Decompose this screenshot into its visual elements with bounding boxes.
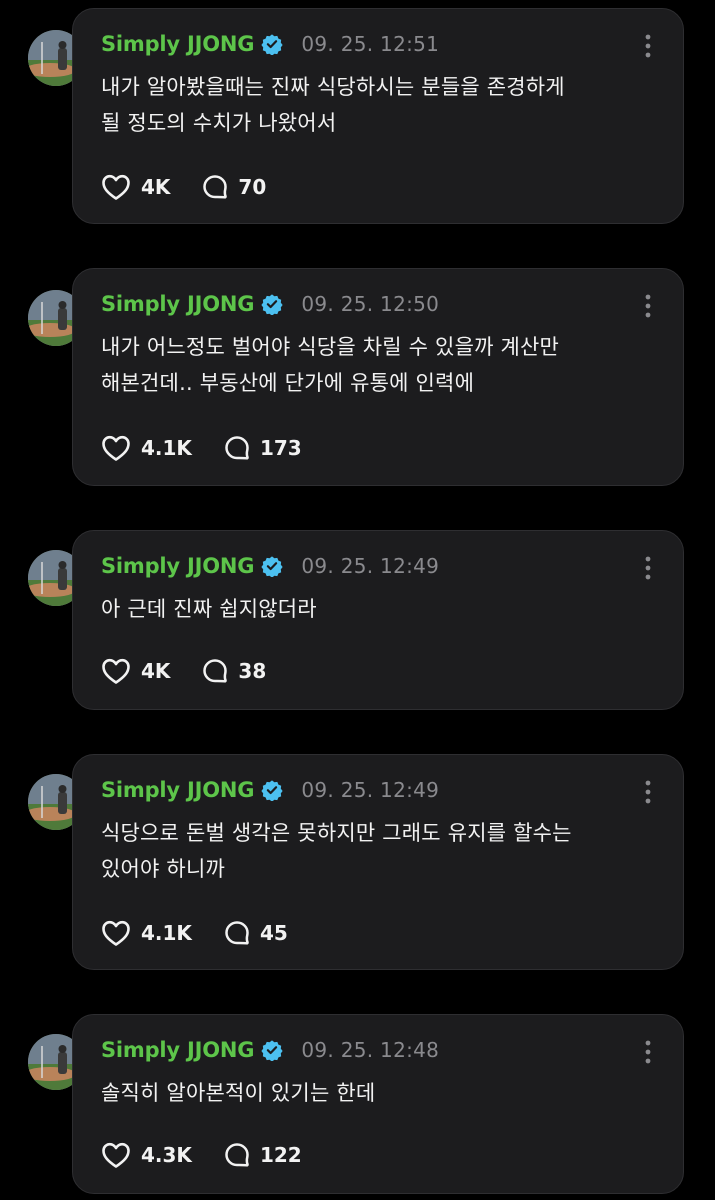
speech-bubble-icon: [202, 658, 228, 684]
post-actions: 4.1K 173: [101, 433, 302, 463]
author-name[interactable]: Simply JJONG: [101, 778, 255, 802]
author-name[interactable]: Simply JJONG: [101, 554, 255, 578]
heart-icon: [101, 1141, 131, 1169]
post-text-line: 아 근데 진짜 쉽지않더라: [101, 597, 317, 621]
speech-bubble-icon: [224, 1142, 250, 1168]
reply-button[interactable]: 38: [202, 658, 266, 684]
verified-badge-icon: [261, 555, 283, 577]
post-timestamp: 09. 25. 12:49: [301, 554, 440, 578]
post-card[interactable]: Simply JJONG 09. 25. 12:49 아 근데 진짜 쉽지않더라…: [72, 530, 684, 710]
post-text: 식당으로 돈벌 생각은 못하지만 그래도 유지를 할수는 있어야 하니까: [101, 815, 661, 887]
reply-button[interactable]: 173: [224, 435, 302, 461]
post-text: 아 근데 진짜 쉽지않더라: [101, 591, 661, 627]
verified-badge-icon: [261, 33, 283, 55]
post-timestamp: 09. 25. 12:48: [301, 1038, 440, 1062]
reply-count: 38: [238, 659, 267, 683]
author-name[interactable]: Simply JJONG: [101, 292, 255, 316]
heart-icon: [101, 919, 131, 947]
post-actions: 4K 70: [101, 172, 266, 202]
post-actions: 4.3K 122: [101, 1140, 302, 1170]
like-button[interactable]: 4.1K: [101, 434, 192, 462]
post-card[interactable]: Simply JJONG 09. 25. 12:50 내가 어느정도 벌어야 식…: [72, 268, 684, 486]
post-text-line: 내가 어느정도 벌어야 식당을 차릴 수 있을까 계산만: [101, 335, 560, 359]
reply-count: 122: [259, 1143, 302, 1167]
reply-button[interactable]: 70: [202, 174, 266, 200]
reply-count: 70: [238, 175, 267, 199]
speech-bubble-icon: [202, 174, 228, 200]
more-vertical-icon[interactable]: [643, 1039, 653, 1065]
heart-icon: [101, 434, 131, 462]
like-button[interactable]: 4K: [101, 657, 170, 685]
reply-button[interactable]: 122: [224, 1142, 302, 1168]
post-text-line: 솔직히 알아본적이 있기는 한데: [101, 1081, 376, 1105]
post-text: 내가 알아봤을때는 진짜 식당하시는 분들을 존경하게 될 정도의 수치가 나왔…: [101, 69, 661, 141]
post-header: Simply JJONG 09. 25. 12:48: [101, 1035, 439, 1065]
like-count: 4.1K: [141, 436, 192, 460]
post-header: Simply JJONG 09. 25. 12:50: [101, 289, 439, 319]
like-count: 4.1K: [141, 921, 192, 945]
post-text-line: 될 정도의 수치가 나왔어서: [101, 111, 337, 135]
post-card[interactable]: Simply JJONG 09. 25. 12:48 솔직히 알아본적이 있기는…: [72, 1014, 684, 1194]
post-text: 내가 어느정도 벌어야 식당을 차릴 수 있을까 계산만 해본건데.. 부동산에…: [101, 329, 661, 401]
post-header: Simply JJONG 09. 25. 12:49: [101, 775, 439, 805]
verified-badge-icon: [261, 1039, 283, 1061]
like-count: 4K: [141, 175, 171, 199]
more-vertical-icon[interactable]: [643, 33, 653, 59]
post-header: Simply JJONG 09. 25. 12:51: [101, 29, 439, 59]
post-card[interactable]: Simply JJONG 09. 25. 12:51 내가 알아봤을때는 진짜 …: [72, 8, 684, 224]
post-timestamp: 09. 25. 12:49: [301, 778, 440, 802]
speech-bubble-icon: [224, 920, 250, 946]
like-button[interactable]: 4K: [101, 173, 170, 201]
reply-count: 173: [259, 436, 302, 460]
post-text-line: 있어야 하니까: [101, 857, 225, 881]
post-text-line: 내가 알아봤을때는 진짜 식당하시는 분들을 존경하게: [101, 75, 565, 99]
reply-count: 45: [259, 921, 288, 945]
post-text-line: 해본건데.. 부동산에 단가에 유통에 인력에: [101, 371, 475, 395]
speech-bubble-icon: [224, 435, 250, 461]
like-button[interactable]: 4.3K: [101, 1141, 192, 1169]
post-timestamp: 09. 25. 12:50: [301, 292, 440, 316]
more-vertical-icon[interactable]: [643, 555, 653, 581]
reply-button[interactable]: 45: [224, 920, 288, 946]
post-card[interactable]: Simply JJONG 09. 25. 12:49 식당으로 돈벌 생각은 못…: [72, 754, 684, 970]
post-text-line: 식당으로 돈벌 생각은 못하지만 그래도 유지를 할수는: [101, 821, 572, 845]
post-actions: 4.1K 45: [101, 918, 288, 948]
more-vertical-icon[interactable]: [643, 779, 653, 805]
post-header: Simply JJONG 09. 25. 12:49: [101, 551, 439, 581]
heart-icon: [101, 173, 131, 201]
author-name[interactable]: Simply JJONG: [101, 32, 255, 56]
like-count: 4K: [141, 659, 171, 683]
heart-icon: [101, 657, 131, 685]
post-text: 솔직히 알아본적이 있기는 한데: [101, 1075, 661, 1111]
verified-badge-icon: [261, 293, 283, 315]
verified-badge-icon: [261, 779, 283, 801]
post-actions: 4K 38: [101, 656, 266, 686]
like-count: 4.3K: [141, 1143, 192, 1167]
author-name[interactable]: Simply JJONG: [101, 1038, 255, 1062]
post-timestamp: 09. 25. 12:51: [301, 32, 440, 56]
like-button[interactable]: 4.1K: [101, 919, 192, 947]
more-vertical-icon[interactable]: [643, 293, 653, 319]
